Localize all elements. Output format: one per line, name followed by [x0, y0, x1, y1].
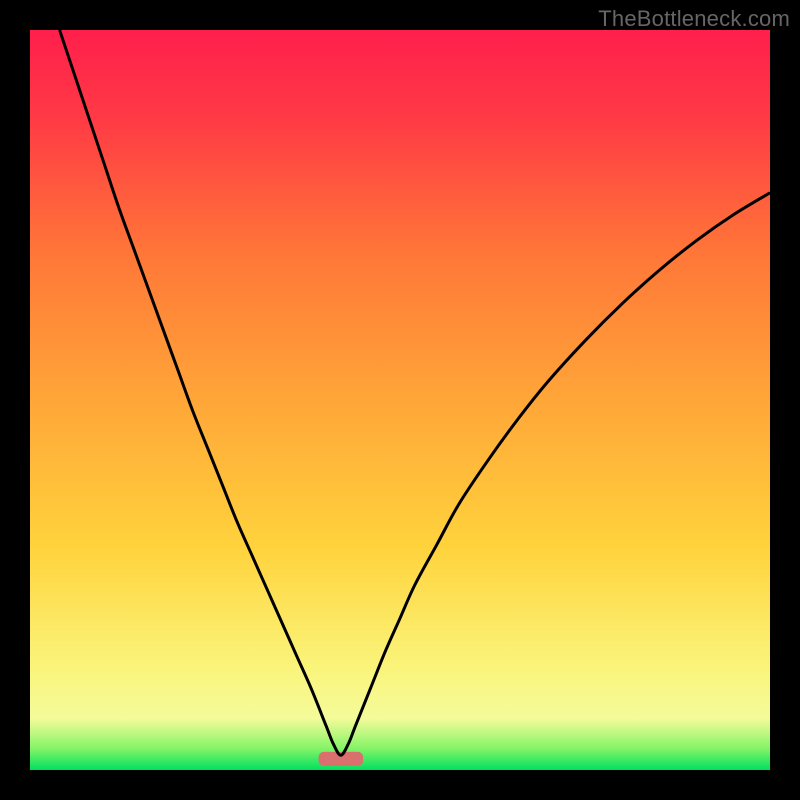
gradient-background [30, 30, 770, 770]
chart-frame [30, 30, 770, 770]
bottleneck-chart [30, 30, 770, 770]
watermark-text: TheBottleneck.com [598, 6, 790, 32]
